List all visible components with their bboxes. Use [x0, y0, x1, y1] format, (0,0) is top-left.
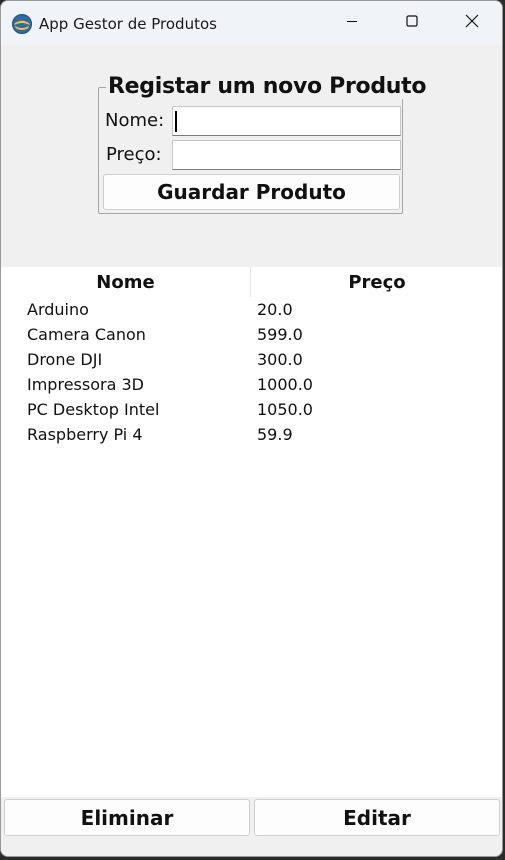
cell-preco: 1000.0 — [257, 375, 313, 394]
edit-button[interactable]: Editar — [254, 799, 500, 836]
nome-label: Nome: — [105, 110, 165, 131]
close-icon — [465, 14, 479, 33]
table-row[interactable]: Arduino 20.0 — [1, 297, 502, 322]
cell-preco: 300.0 — [257, 350, 303, 369]
save-product-button[interactable]: Guardar Produto — [103, 174, 400, 210]
text-caret — [175, 111, 177, 132]
action-bar: Eliminar Editar — [1, 797, 502, 856]
preco-input[interactable] — [172, 140, 401, 170]
cell-preco: 20.0 — [257, 300, 293, 319]
delete-button[interactable]: Eliminar — [4, 799, 250, 836]
table-row[interactable]: Drone DJI 300.0 — [1, 347, 502, 372]
cell-nome: Arduino — [27, 300, 89, 319]
cell-nome: Camera Canon — [27, 325, 146, 344]
window-title: App Gestor de Produtos — [39, 15, 217, 33]
column-header-nome[interactable]: Nome — [1, 267, 251, 297]
nome-input[interactable] — [172, 106, 401, 136]
group-title: Registar um novo Produto — [106, 74, 429, 99]
table-row[interactable]: Impressora 3D 1000.0 — [1, 372, 502, 397]
app-window: App Gestor de Produtos Registar um novo … — [0, 0, 503, 857]
minimize-button[interactable] — [323, 1, 381, 45]
maximize-icon — [406, 14, 418, 32]
cell-preco: 599.0 — [257, 325, 303, 344]
table-row[interactable]: Raspberry Pi 4 59.9 — [1, 422, 502, 447]
cell-preco: 59.9 — [257, 425, 293, 444]
products-table[interactable]: Nome Preço Arduino 20.0 Camera Canon 599… — [1, 267, 502, 797]
minimize-icon — [346, 14, 358, 32]
title-bar[interactable]: App Gestor de Produtos — [1, 1, 502, 45]
table-row[interactable]: Camera Canon 599.0 — [1, 322, 502, 347]
cell-nome: Raspberry Pi 4 — [27, 425, 143, 444]
close-button[interactable] — [443, 1, 501, 45]
preco-label: Preço: — [106, 144, 162, 165]
cell-preco: 1050.0 — [257, 400, 313, 419]
app-icon — [12, 14, 32, 34]
table-rows: Arduino 20.0 Camera Canon 599.0 Drone DJ… — [1, 297, 502, 447]
cell-nome: Drone DJI — [27, 350, 103, 369]
cell-nome: PC Desktop Intel — [27, 400, 160, 419]
table-row[interactable]: PC Desktop Intel 1050.0 — [1, 397, 502, 422]
cell-nome: Impressora 3D — [27, 375, 144, 394]
maximize-button[interactable] — [383, 1, 441, 45]
column-header-preco[interactable]: Preço — [252, 267, 502, 297]
